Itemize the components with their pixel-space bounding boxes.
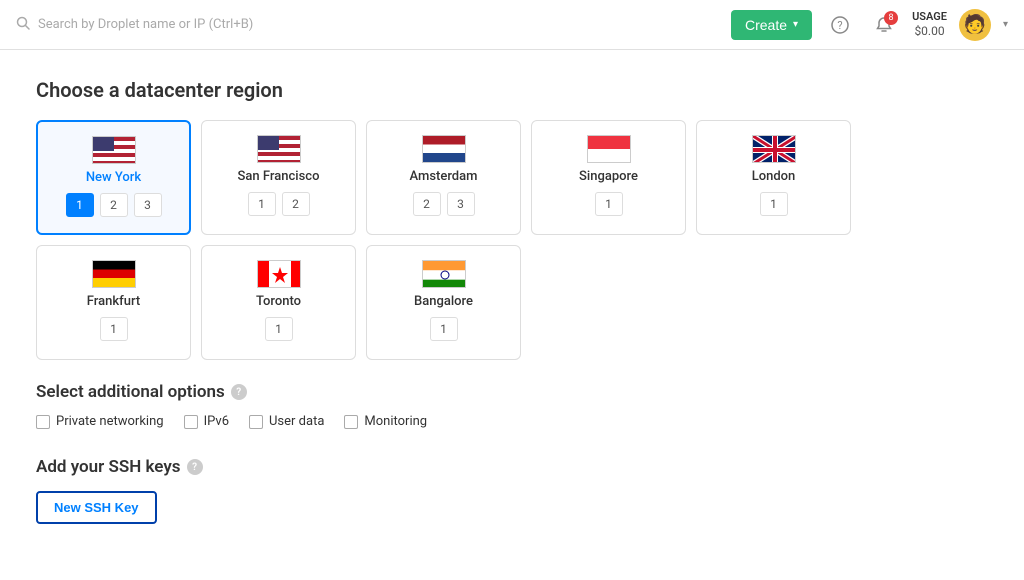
region-num-amsterdam-3[interactable]: 3 <box>447 192 475 216</box>
header: Search by Droplet name or IP (Ctrl+B) Cr… <box>0 0 1024 50</box>
region-numbers-frankfurt: 1 <box>100 317 128 341</box>
datacenter-title: Choose a datacenter region <box>36 78 988 102</box>
region-numbers-toronto: 1 <box>265 317 293 341</box>
option-label-user-data: User data <box>269 414 324 429</box>
usage-amount: $0.00 <box>914 24 944 40</box>
option-label-monitoring: Monitoring <box>364 414 427 429</box>
checkbox-ipv6[interactable] <box>184 415 198 429</box>
region-name-london: London <box>752 169 796 184</box>
flag-toronto <box>257 260 301 288</box>
svg-text:?: ? <box>837 19 842 32</box>
region-numbers-london: 1 <box>760 192 788 216</box>
region-num-london-1[interactable]: 1 <box>760 192 788 216</box>
header-right: Create ▾ ? 8 USAGE $0.00 🧑 ▾ <box>731 9 1008 41</box>
region-card-toronto[interactable]: Toronto 1 <box>201 245 356 360</box>
notification-icon[interactable]: 8 <box>868 9 900 41</box>
ssh-keys-help-icon[interactable]: ? <box>187 459 203 475</box>
usage-label: USAGE <box>912 10 947 24</box>
avatar[interactable]: 🧑 <box>959 9 991 41</box>
region-num-singapore-1[interactable]: 1 <box>595 192 623 216</box>
region-numbers-san-francisco: 12 <box>248 192 310 216</box>
region-name-toronto: Toronto <box>256 294 301 309</box>
notification-badge: 8 <box>884 11 898 25</box>
ssh-keys-title: Add your SSH keys <box>36 457 181 477</box>
region-card-new-york[interactable]: New York 123 <box>36 120 191 235</box>
region-name-new-york: New York <box>86 170 141 185</box>
ssh-keys-title-row: Add your SSH keys ? <box>36 457 988 477</box>
region-num-toronto-1[interactable]: 1 <box>265 317 293 341</box>
region-num-san-francisco-1[interactable]: 1 <box>248 192 276 216</box>
flag-singapore <box>587 135 631 163</box>
ssh-keys-section: Add your SSH keys ? New SSH Key <box>36 457 988 524</box>
additional-options-title: Select additional options <box>36 382 225 402</box>
flag-new-york <box>92 136 136 164</box>
flag-bangalore <box>422 260 466 288</box>
new-ssh-key-button[interactable]: New SSH Key <box>36 491 157 524</box>
region-name-frankfurt: Frankfurt <box>87 294 140 309</box>
account-chevron-icon[interactable]: ▾ <box>1003 19 1008 30</box>
region-card-london[interactable]: London 1 <box>696 120 851 235</box>
create-label: Create <box>745 17 787 33</box>
region-card-amsterdam[interactable]: Amsterdam 23 <box>366 120 521 235</box>
region-card-san-francisco[interactable]: San Francisco 12 <box>201 120 356 235</box>
region-num-new-york-1[interactable]: 1 <box>66 193 94 217</box>
region-numbers-bangalore: 1 <box>430 317 458 341</box>
option-label-ipv6: IPv6 <box>204 414 229 429</box>
options-row: Private networking IPv6 User data Monitorin… <box>36 414 988 429</box>
usage-block: USAGE $0.00 <box>912 10 947 40</box>
region-num-bangalore-1[interactable]: 1 <box>430 317 458 341</box>
create-button[interactable]: Create ▾ <box>731 10 812 40</box>
flag-amsterdam <box>422 135 466 163</box>
region-numbers-new-york: 123 <box>66 193 162 217</box>
region-name-san-francisco: San Francisco <box>238 169 320 184</box>
option-label-private-networking: Private networking <box>56 414 164 429</box>
region-num-new-york-3[interactable]: 3 <box>134 193 162 217</box>
additional-options-section: Select additional options ? Private netw… <box>36 382 988 429</box>
checkbox-private-networking[interactable] <box>36 415 50 429</box>
option-user-data[interactable]: User data <box>249 414 324 429</box>
region-card-bangalore[interactable]: Bangalore 1 <box>366 245 521 360</box>
datacenter-section: Choose a datacenter region New York123 S… <box>36 78 988 360</box>
search-bar[interactable]: Search by Droplet name or IP (Ctrl+B) <box>16 16 616 34</box>
flag-frankfurt <box>92 260 136 288</box>
option-monitoring[interactable]: Monitoring <box>344 414 427 429</box>
region-name-bangalore: Bangalore <box>414 294 473 309</box>
flag-london <box>752 135 796 163</box>
additional-options-title-row: Select additional options ? <box>36 382 988 402</box>
chevron-down-icon: ▾ <box>793 19 798 30</box>
region-num-frankfurt-1[interactable]: 1 <box>100 317 128 341</box>
region-numbers-singapore: 1 <box>595 192 623 216</box>
additional-options-help-icon[interactable]: ? <box>231 384 247 400</box>
region-card-singapore[interactable]: Singapore 1 <box>531 120 686 235</box>
region-num-new-york-2[interactable]: 2 <box>100 193 128 217</box>
region-numbers-amsterdam: 23 <box>413 192 475 216</box>
option-ipv6[interactable]: IPv6 <box>184 414 229 429</box>
help-icon[interactable]: ? <box>824 9 856 41</box>
flag-san-francisco <box>257 135 301 163</box>
region-card-frankfurt[interactable]: Frankfurt 1 <box>36 245 191 360</box>
search-icon <box>16 16 30 34</box>
region-num-amsterdam-2[interactable]: 2 <box>413 192 441 216</box>
option-private-networking[interactable]: Private networking <box>36 414 164 429</box>
region-num-san-francisco-2[interactable]: 2 <box>282 192 310 216</box>
main-content: Choose a datacenter region New York123 S… <box>0 50 1024 552</box>
region-name-singapore: Singapore <box>579 169 638 184</box>
region-name-amsterdam: Amsterdam <box>410 169 478 184</box>
checkbox-monitoring[interactable] <box>344 415 358 429</box>
search-placeholder: Search by Droplet name or IP (Ctrl+B) <box>38 17 253 32</box>
checkbox-user-data[interactable] <box>249 415 263 429</box>
region-grid: New York123 San Francisco12Amsterdam23Si… <box>36 120 988 360</box>
